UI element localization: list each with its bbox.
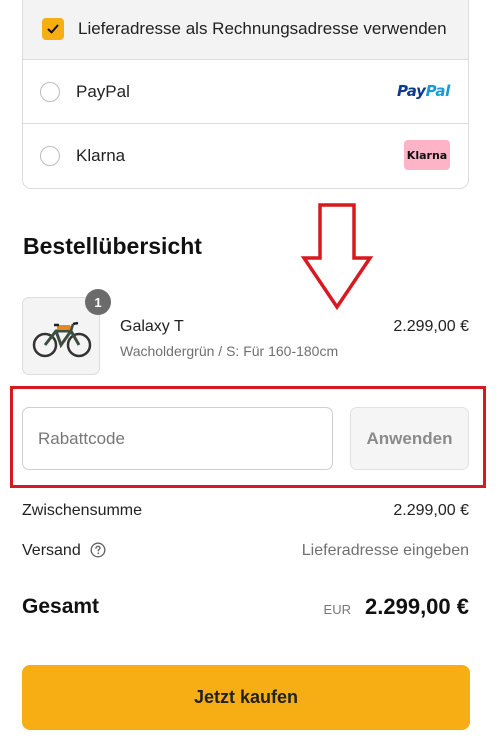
shipping-label: Versand [22, 542, 81, 559]
discount-code-input[interactable] [22, 407, 333, 470]
klarna-radio[interactable] [40, 145, 60, 166]
checkmark-icon [47, 24, 59, 33]
total-label: Gesamt [22, 595, 100, 618]
shipping-value: Lieferadresse eingeben [301, 542, 469, 559]
payment-options-panel: Lieferadresse als Rechnungsadresse verwe… [22, 0, 469, 189]
total-currency: EUR [323, 602, 351, 617]
payment-option-paypal[interactable]: PayPal PayPal [23, 60, 468, 124]
total-value: 2.299,00 € [365, 594, 469, 619]
klarna-label: Klarna [76, 145, 126, 165]
paypal-radio[interactable] [40, 81, 60, 102]
subtotal-label: Zwischensumme [22, 502, 143, 519]
buy-now-button[interactable]: Jetzt kaufen [22, 665, 470, 730]
billing-same-as-shipping-option[interactable]: Lieferadresse als Rechnungsadresse verwe… [23, 0, 468, 60]
paypal-label: PayPal [76, 81, 130, 101]
product-name: Galaxy T [120, 318, 184, 335]
klarna-logo: Klarna [404, 140, 450, 170]
billing-same-checkbox[interactable] [42, 17, 64, 40]
down-arrow-annotation [300, 203, 374, 311]
product-price: 2.299,00 € [393, 318, 469, 335]
help-circle-icon[interactable] [90, 542, 106, 558]
order-summary-title: Bestellübersicht [23, 233, 202, 259]
quantity-badge: 1 [85, 289, 111, 315]
paypal-logo: PayPal [397, 82, 450, 100]
payment-option-klarna[interactable]: Klarna Klarna [23, 124, 468, 187]
product-variant: Wacholdergrün / S: Für 160-180cm [120, 343, 339, 359]
apply-discount-button[interactable]: Anwenden [350, 407, 469, 470]
subtotal-value: 2.299,00 € [393, 502, 469, 519]
billing-same-label: Lieferadresse als Rechnungsadresse verwe… [78, 18, 447, 38]
